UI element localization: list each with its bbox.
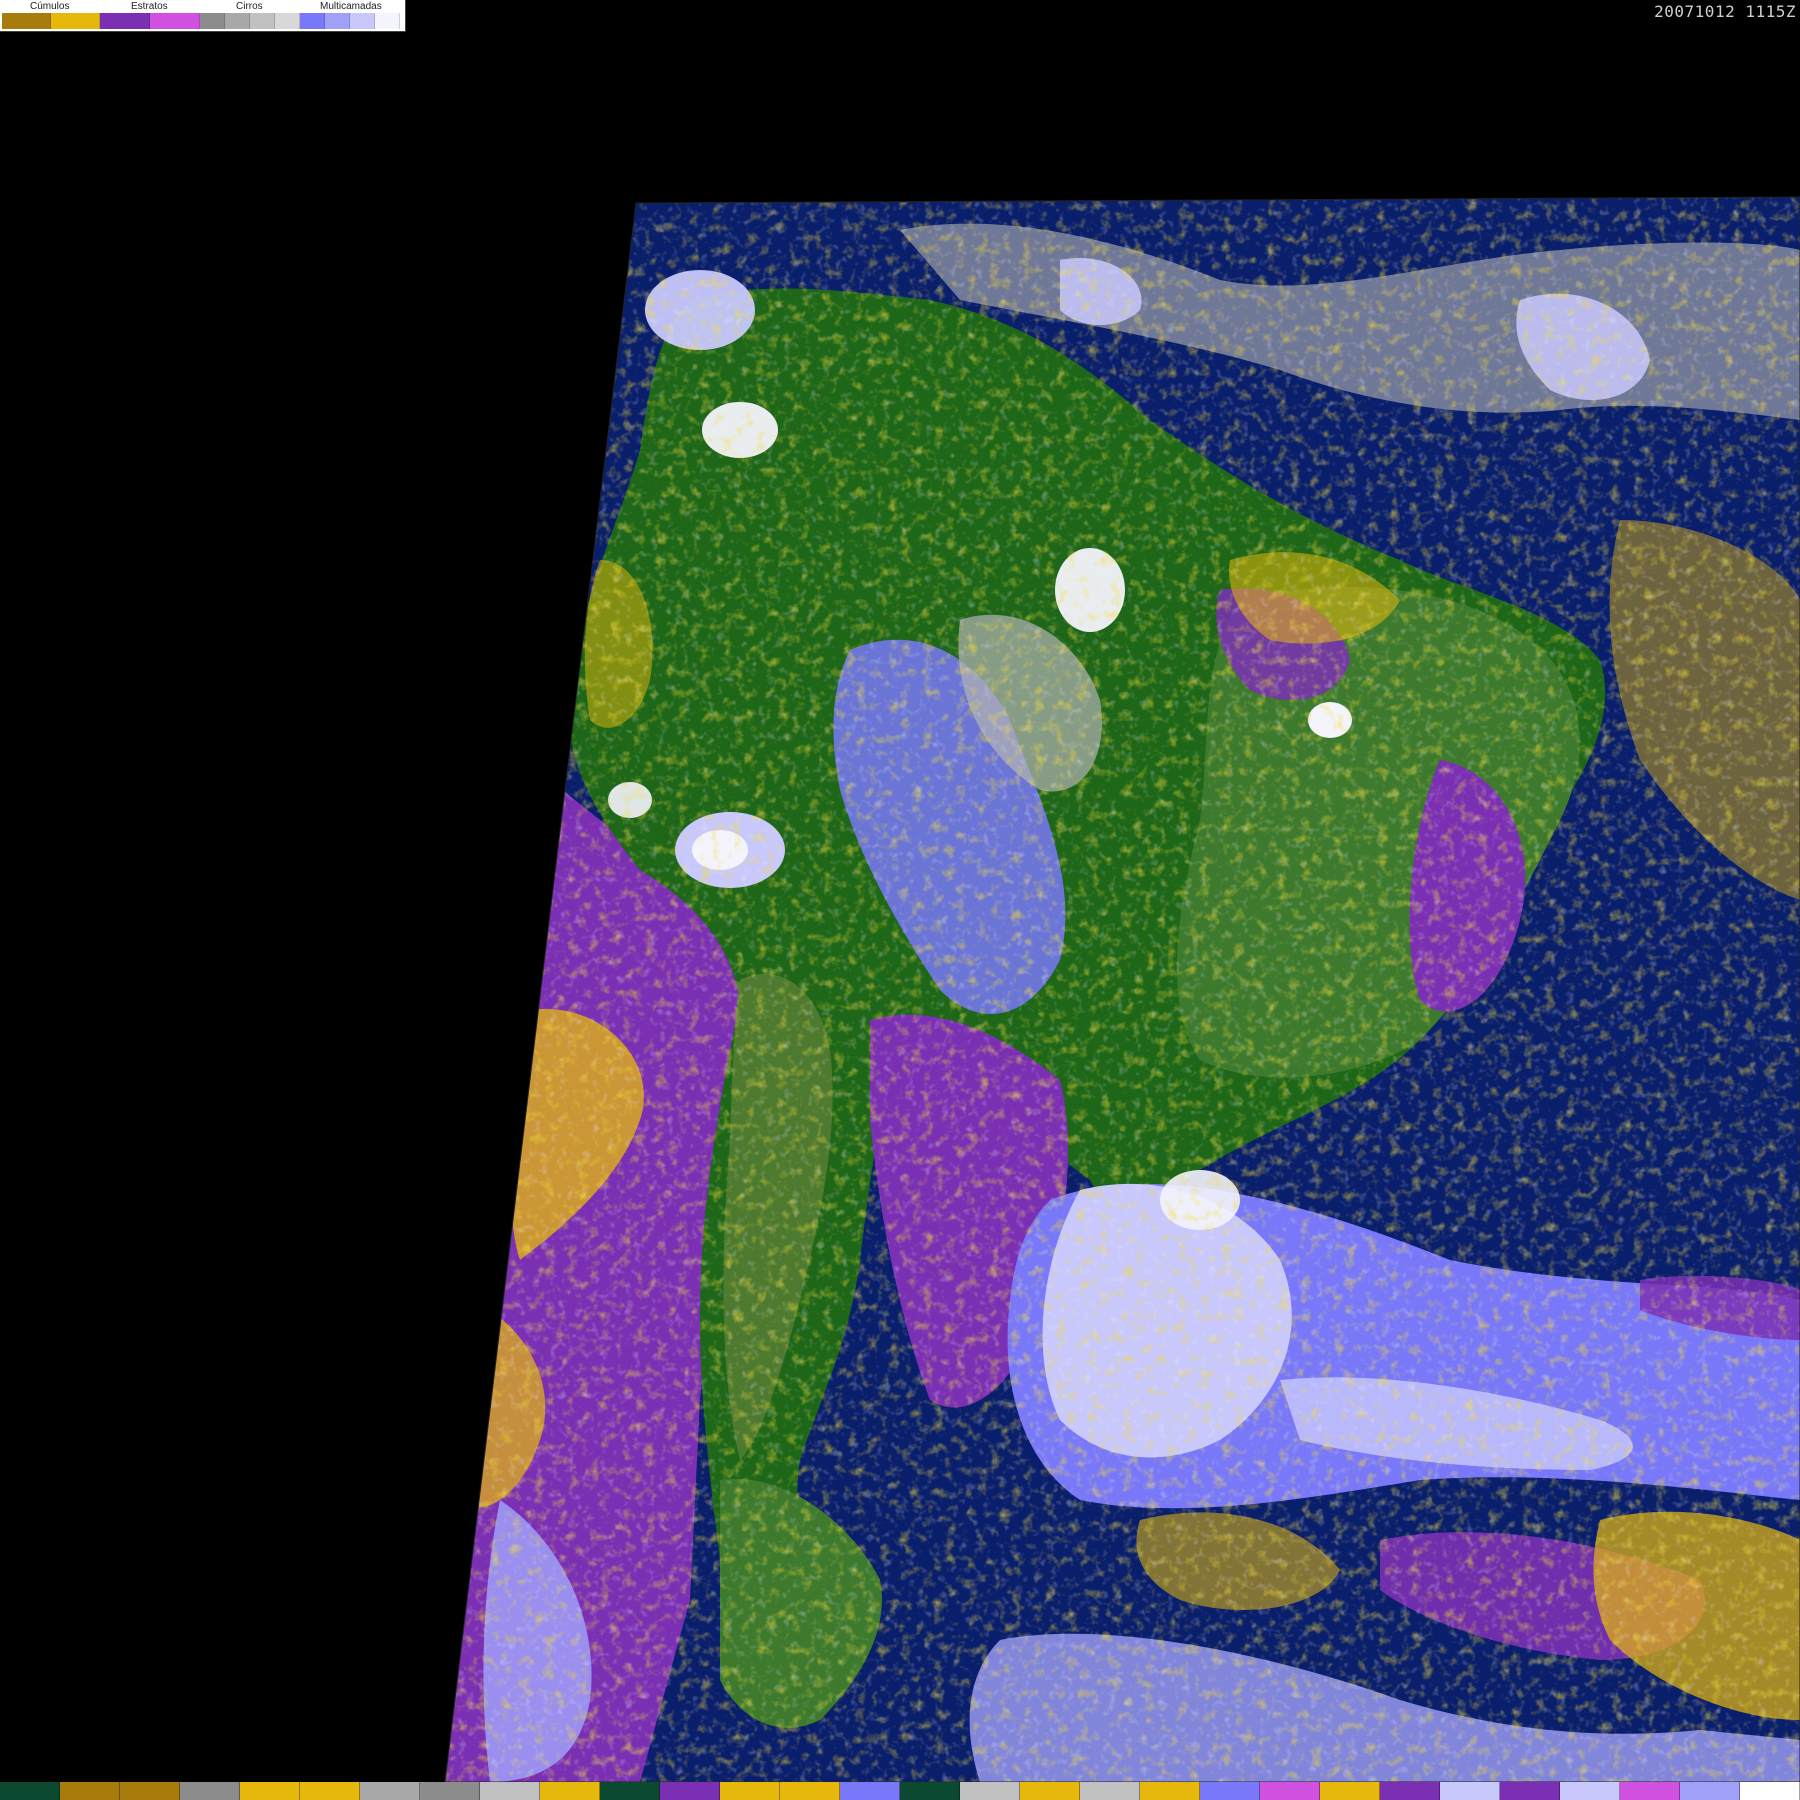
legend-swatch: [375, 13, 400, 29]
bottom-bar-cell: [180, 1782, 240, 1800]
bottom-bar-cell: [240, 1782, 300, 1800]
bottom-bar-cell: [120, 1782, 180, 1800]
cloud-type-legend: Cúmulos Estratos Cirros Multicamadas: [0, 0, 406, 32]
bottom-bar-cell: [300, 1782, 360, 1800]
legend-swatch: [51, 13, 100, 29]
timestamp: 20071012 1115Z: [1654, 2, 1796, 21]
bottom-color-bar: [0, 1782, 1800, 1800]
legend-label-cirros: Cirros: [236, 1, 263, 12]
bottom-bar-cell: [960, 1782, 1020, 1800]
bottom-bar-cell: [1140, 1782, 1200, 1800]
legend-label-multicamadas: Multicamadas: [320, 1, 382, 12]
legend-labels: Cúmulos Estratos Cirros Multicamadas: [0, 0, 405, 13]
image-frame: [445, 197, 1800, 1782]
bottom-bar-cell: [1260, 1782, 1320, 1800]
bottom-bar-cell: [1740, 1782, 1800, 1800]
bottom-bar-cell: [1020, 1782, 1080, 1800]
legend-swatch: [275, 13, 300, 29]
bottom-bar-cell: [60, 1782, 120, 1800]
bottom-bar-cell: [660, 1782, 720, 1800]
legend-swatch: [300, 13, 325, 29]
bottom-bar-cell: [600, 1782, 660, 1800]
legend-label-cumulos: Cúmulos: [30, 1, 70, 12]
legend-swatch: [225, 13, 250, 29]
bottom-bar-cell: [1320, 1782, 1380, 1800]
satellite-cloud-map: [444, 196, 1800, 1783]
bottom-bar-cell: [1560, 1782, 1620, 1800]
bottom-bar-cell: [720, 1782, 780, 1800]
legend-swatch: [200, 13, 225, 29]
bottom-bar-cell: [780, 1782, 840, 1800]
cirrus-speckle: [445, 197, 1800, 1782]
legend-swatch: [325, 13, 350, 29]
bottom-bar-cell: [840, 1782, 900, 1800]
bottom-bar-cell: [1440, 1782, 1500, 1800]
bottom-bar-cell: [420, 1782, 480, 1800]
legend-swatch: [100, 13, 150, 29]
bottom-bar-cell: [1380, 1782, 1440, 1800]
bottom-bar-cell: [1500, 1782, 1560, 1800]
bottom-bar-cell: [540, 1782, 600, 1800]
bottom-bar-cell: [0, 1782, 60, 1800]
bottom-bar-cell: [1680, 1782, 1740, 1800]
legend-swatch: [150, 13, 200, 29]
bottom-bar-cell: [1200, 1782, 1260, 1800]
bottom-bar-cell: [360, 1782, 420, 1800]
legend-swatches: [2, 13, 400, 29]
legend-swatch: [250, 13, 275, 29]
legend-label-estratos: Estratos: [131, 1, 168, 12]
bottom-bar-cell: [480, 1782, 540, 1800]
bottom-bar-cell: [900, 1782, 960, 1800]
legend-swatch: [350, 13, 375, 29]
legend-swatch: [2, 13, 51, 29]
bottom-bar-cell: [1620, 1782, 1680, 1800]
bottom-bar-cell: [1080, 1782, 1140, 1800]
